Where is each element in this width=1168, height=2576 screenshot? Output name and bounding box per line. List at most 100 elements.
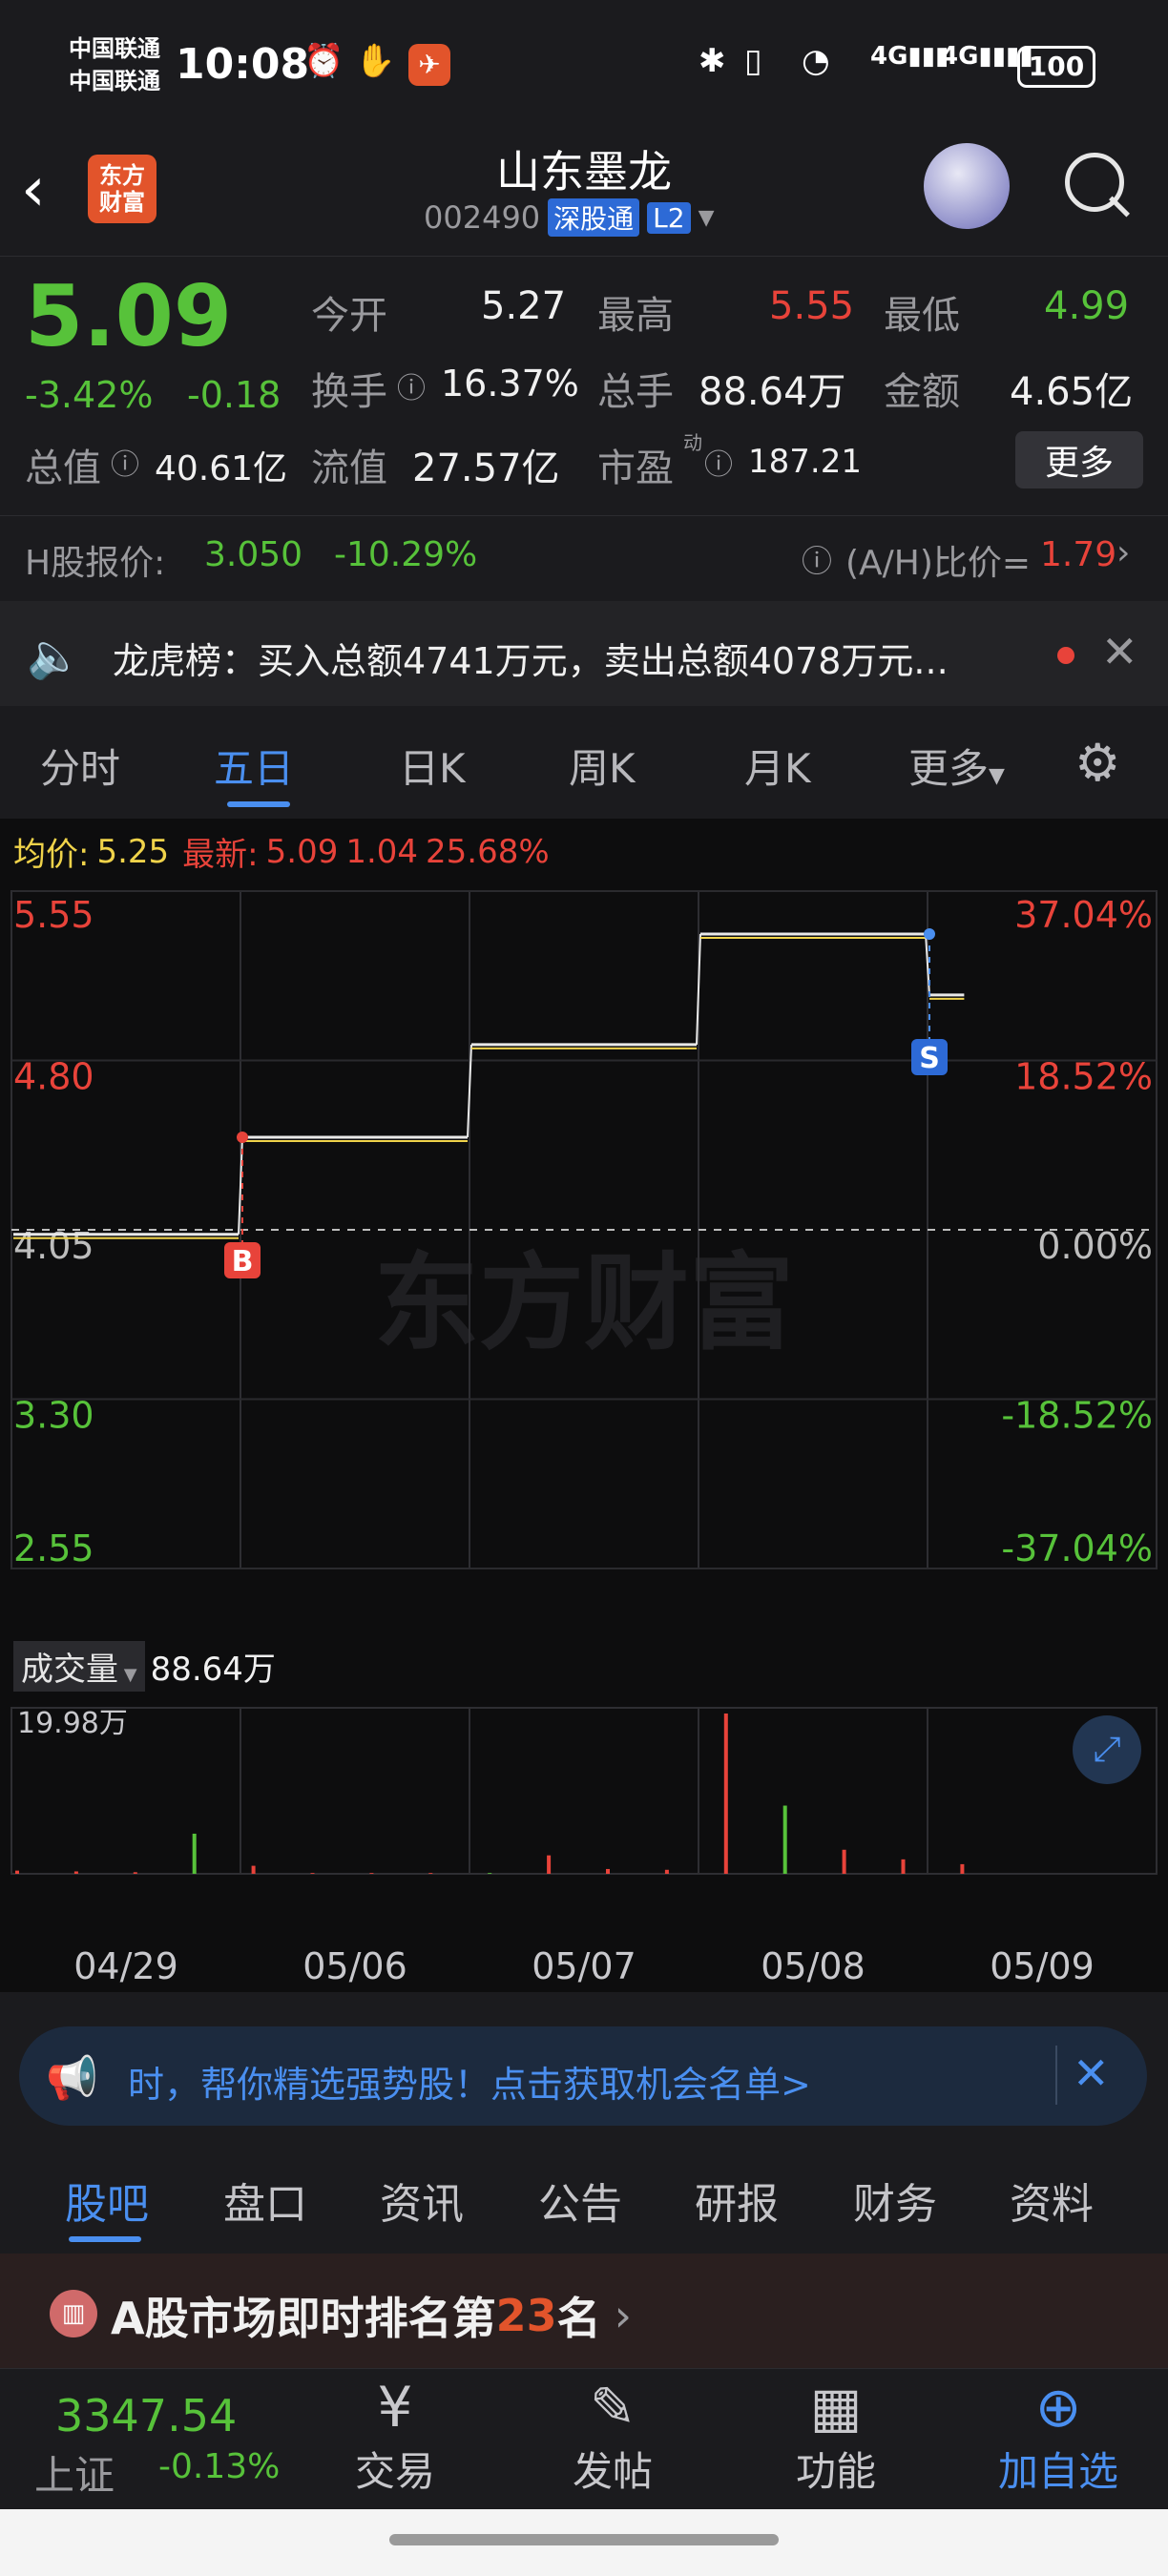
battery-icon: 100	[1017, 46, 1095, 88]
ranking-suffix: 名	[556, 2293, 601, 2344]
help-icon[interactable]: ⓘ	[802, 537, 832, 581]
x-tick-label: 05/07	[532, 1945, 636, 1987]
ranking-icon: ▥	[50, 2290, 97, 2337]
five-day-chart[interactable]: 均价: 5.25 最新: 5.09 1.04 25.68% 东方财富 5.55 3…	[0, 819, 1168, 1992]
tab-financials[interactable]: 财务	[853, 2170, 937, 2231]
index-name: 上证	[34, 2452, 115, 2499]
index-value[interactable]: 3347.54	[55, 2390, 237, 2441]
chevron-down-icon: ▼	[118, 1665, 137, 1685]
volume-bar	[428, 1873, 433, 1874]
info-icon[interactable]: ⓘ	[397, 364, 426, 406]
volume-max-tick: 19.98万	[17, 1707, 128, 1740]
tab-daily-k[interactable]: 日K	[399, 737, 466, 795]
robot-assistant-icon[interactable]	[924, 143, 1010, 229]
chevron-right-icon[interactable]: ›	[1116, 533, 1130, 572]
tab-monthly-k[interactable]: 月K	[744, 737, 811, 795]
volume-header: 成交量 ▼ 88.64万	[13, 1641, 276, 1692]
volume-bar	[251, 1865, 256, 1874]
promo-banner[interactable]: 📢 时，帮你精选强势股！点击获取机会名单> ✕	[19, 2026, 1147, 2126]
volume-bar	[664, 1869, 669, 1874]
add-watchlist-label: 加自选	[997, 2448, 1118, 2495]
tab-orderbook[interactable]: 盘口	[223, 2170, 307, 2231]
add-watchlist-button[interactable]: ⊕ 加自选	[987, 2375, 1130, 2498]
h-share-pct: -10.29%	[334, 535, 478, 574]
post-label: 发帖	[572, 2448, 653, 2495]
dragon-tiger-notice[interactable]: 🔈 龙虎榜：买入总额4741万元，卖出总额4078万元... ✕	[0, 601, 1168, 706]
active-tab-indicator	[69, 2236, 141, 2242]
functions-button[interactable]: ▦ 功能	[788, 2375, 884, 2498]
x-tick-label: 05/06	[302, 1945, 407, 1987]
info-icon[interactable]: ⓘ	[111, 441, 139, 483]
post-button[interactable]: ✎ 发帖	[565, 2375, 660, 2498]
y-tick-left: 4.80	[13, 1056, 94, 1098]
pe-sup: 动	[683, 431, 702, 454]
wifi-icon: ◔	[802, 42, 830, 80]
tab-news[interactable]: 资讯	[380, 2170, 464, 2231]
grid-icon: ▦	[809, 2375, 863, 2440]
tab-profile[interactable]: 资料	[1010, 2170, 1094, 2231]
h-share-row[interactable]: H股报价: 3.050 -10.29% ⓘ (A/H)比价= 1.79 ›	[0, 515, 1168, 598]
chart-header: 均价: 5.25 最新: 5.09 1.04 25.68%	[13, 828, 550, 875]
connect-badge[interactable]: 深股通	[548, 198, 640, 237]
price-chart-svg[interactable]: 东方财富 5.55 37.04% 4.80 18.52% 4.05 0.00% 3.30 -1…	[0, 882, 1168, 1992]
chevron-down-icon[interactable]: ▼	[699, 206, 715, 230]
y-tick-right: 37.04%	[1014, 894, 1153, 936]
y-tick-left: 3.30	[13, 1395, 94, 1437]
expand-icon[interactable]: ⤢	[1073, 1715, 1141, 1784]
bluetooth-icon: ✱	[699, 42, 726, 80]
ranking-text: A股市场即时排名第 23 名 ›	[111, 2284, 632, 2347]
clock: 10:08	[176, 40, 310, 89]
tab-more[interactable]: 更多▼	[908, 737, 1005, 795]
gesture-bar	[0, 2509, 1168, 2576]
latest-label: 最新:	[182, 836, 259, 874]
unread-dot	[1057, 647, 1074, 664]
volume-bar	[192, 1833, 197, 1874]
volume-total: 88.64万	[150, 1651, 276, 1689]
tab-research[interactable]: 研报	[695, 2170, 779, 2231]
low-label: 最低	[884, 294, 960, 338]
volume-bar	[901, 1859, 906, 1874]
change-value: -0.18	[187, 374, 282, 416]
mktcap-label: 总值	[25, 447, 101, 490]
latest-change: 1.04	[345, 832, 419, 871]
last-price: 5.09	[25, 267, 233, 365]
chevron-down-icon: ▼	[989, 764, 1005, 788]
volume-bar	[488, 1873, 492, 1874]
tab-five-day[interactable]: 五日	[214, 737, 294, 795]
latest-value: 5.09	[265, 832, 339, 871]
signal-4g-icon: 4G▮▮▮	[870, 42, 949, 71]
info-icon[interactable]: ⓘ	[704, 441, 733, 483]
home-indicator[interactable]	[389, 2534, 779, 2545]
tab-announcements[interactable]: 公告	[538, 2170, 622, 2231]
yen-cycle-icon: ¥	[377, 2375, 413, 2440]
volume-bar	[723, 1714, 728, 1874]
gear-icon[interactable]: ⚙	[1074, 733, 1120, 793]
carrier-1: 中国联通	[69, 35, 160, 62]
banner-text: 时，帮你精选强势股！点击获取机会名单>	[128, 2064, 811, 2106]
trade-label: 交易	[354, 2448, 435, 2495]
plus-circle-icon: ⊕	[1034, 2375, 1082, 2440]
y-tick-left: 2.55	[13, 1527, 94, 1569]
stock-code: 002490	[424, 199, 541, 236]
y-tick-right: -37.04%	[1001, 1527, 1153, 1569]
volume-label: 成交量	[21, 1651, 118, 1689]
close-icon[interactable]: ✕	[1073, 2047, 1110, 2099]
level-badge[interactable]: L2	[647, 201, 691, 234]
megaphone-icon: 📢	[46, 2054, 98, 2103]
quote-panel: 5.09 -3.42% -0.18 今开 5.27 最高 5.55 最低 4.9…	[0, 258, 1168, 506]
hand-icon: ✋	[355, 42, 396, 80]
ranking-row[interactable]: ▥ A股市场即时排名第 23 名 ›	[0, 2254, 1168, 2368]
h-share-label: H股报价:	[25, 544, 166, 583]
close-icon[interactable]: ✕	[1101, 626, 1138, 677]
more-button[interactable]: 更多	[1015, 431, 1143, 488]
stock-header: ‹ 东方 财富 山东墨龙 002490 深股通 L2 ▼	[0, 134, 1168, 257]
volume-selector[interactable]: 成交量 ▼	[13, 1641, 145, 1692]
tab-weekly-k[interactable]: 周K	[569, 737, 636, 795]
tab-intraday[interactable]: 分时	[40, 737, 120, 795]
volume-frame	[10, 1707, 1158, 1875]
x-tick-label: 05/08	[761, 1945, 866, 1987]
trade-button[interactable]: ¥ 交易	[347, 2375, 443, 2498]
pe-label: 市盈	[597, 447, 674, 490]
float-label: 流值	[311, 447, 387, 490]
tab-guba[interactable]: 股吧	[65, 2170, 149, 2231]
